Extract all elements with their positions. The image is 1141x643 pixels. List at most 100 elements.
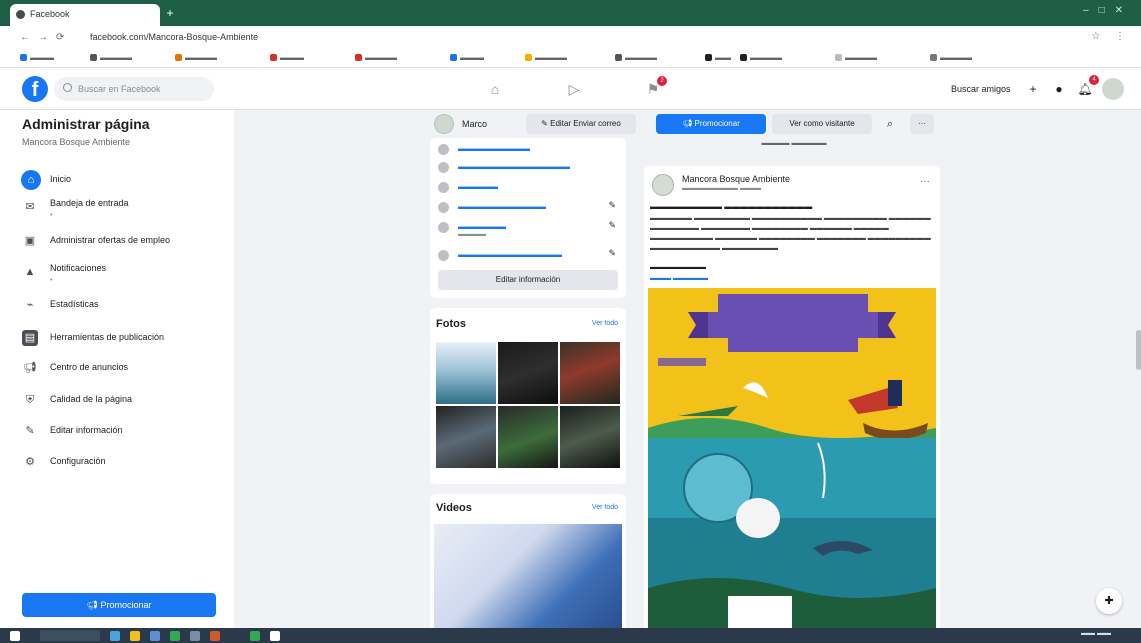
edit-pencil-icon[interactable]: ✎: [608, 200, 616, 211]
taskbar-search[interactable]: [40, 630, 100, 641]
sidebar-item-notifications[interactable]: ▲ Notificaciones •: [22, 259, 222, 285]
bookmark-item[interactable]: ▬▬▬: [450, 53, 484, 62]
bookmark-item[interactable]: ▬▬▬▬: [835, 53, 877, 62]
post-hashtag[interactable]: ▬▬▬▬▬▬▬▬: [650, 264, 706, 271]
account-avatar[interactable]: [1102, 78, 1124, 100]
photos-card: Fotos Ver todo: [430, 308, 626, 484]
video-thumbnail[interactable]: [434, 524, 622, 628]
create-icon[interactable]: +: [1022, 78, 1044, 100]
home-nav-icon[interactable]: ⌂: [486, 80, 504, 98]
sidebar-item-edit-info[interactable]: ✎ Editar información: [22, 418, 222, 444]
sidebar-page-name[interactable]: Mancora Bosque Ambiente: [22, 137, 130, 147]
bookmark-item[interactable]: ▬▬▬▬: [740, 53, 782, 62]
taskbar-app-icon[interactable]: [130, 631, 140, 641]
videos-see-all-link[interactable]: Ver todo: [592, 504, 618, 511]
watch-nav-icon[interactable]: ▷: [565, 80, 583, 98]
info-row[interactable]: ▬▬▬▬▬: [438, 178, 620, 196]
post-timestamp[interactable]: ▬▬▬▬▬▬▬▬ ▬▬▬: [682, 185, 761, 192]
sidebar-item-settings[interactable]: ⚙ Configuración: [22, 449, 222, 475]
photo-thumbnail[interactable]: [436, 342, 496, 404]
edit-pencil-icon[interactable]: ✎: [608, 248, 616, 259]
info-icon: [438, 202, 449, 213]
find-friends-link[interactable]: Buscar amigos: [945, 78, 1017, 100]
start-icon[interactable]: [10, 631, 20, 641]
groups-nav-icon[interactable]: ⚑ 2: [644, 76, 667, 98]
taskbar-app-icon[interactable]: [270, 631, 280, 641]
photo-thumbnail[interactable]: [560, 342, 620, 404]
notifications-icon[interactable]: 🔔︎ 4: [1074, 75, 1099, 100]
taskbar-app-icon[interactable]: [210, 631, 220, 641]
edit-send-email-button[interactable]: ✎ Editar Enviar correo: [526, 114, 636, 134]
toolbar-promote-button[interactable]: 📢︎ Promocionar: [656, 114, 766, 134]
sidebar-item-inicio[interactable]: ⌂ Inicio: [21, 167, 222, 193]
page-toolbar-name[interactable]: Marco: [462, 119, 487, 129]
sidebar-item-label: Bandeja de entrada: [50, 198, 129, 208]
info-row[interactable]: ▬▬▬▬▬▬▬▬▬: [438, 140, 620, 158]
sidebar-item-page-quality[interactable]: ⛨ Calidad de la página: [22, 387, 222, 413]
sidebar-item-label: Estadísticas: [50, 299, 99, 309]
sidebar-item-ad-center[interactable]: 📢︎ Centro de anuncios: [22, 355, 222, 381]
taskbar-app-icon[interactable]: [170, 631, 180, 641]
view-as-visitor-button[interactable]: Ver como visitante: [772, 114, 872, 134]
address-bar: ←→⟳ facebook.com/Mancora-Bosque-Ambiente…: [0, 26, 1141, 50]
sidebar-item-label: Administrar ofertas de empleo: [50, 235, 171, 245]
bookmark-item[interactable]: ▬▬▬▬: [525, 53, 567, 62]
megaphone-icon: 📢︎: [23, 362, 37, 374]
search-placeholder: Buscar en Facebook: [78, 84, 161, 94]
page-avatar[interactable]: [434, 114, 454, 134]
taskbar-app-icon[interactable]: [190, 631, 200, 641]
facebook-search-input[interactable]: Buscar en Facebook: [54, 77, 214, 101]
browser-nav-icons[interactable]: ←→⟳: [20, 32, 72, 43]
sidebar-item-insights[interactable]: ⌁ Estadísticas: [22, 292, 222, 318]
bookmark-item[interactable]: ▬▬▬▬: [355, 53, 397, 62]
sidebar-item-inbox[interactable]: ✉ Bandeja de entrada •: [22, 194, 222, 220]
more-options-button[interactable]: ···: [910, 114, 934, 134]
bookmark-item[interactable]: ▬▬▬▬: [90, 53, 132, 62]
info-row[interactable]: ▬▬▬▬▬▬▬▬▬▬▬ ✎: [438, 198, 620, 216]
messenger-icon[interactable]: ●: [1048, 78, 1070, 100]
info-row[interactable]: ▬▬▬▬▬▬▬▬▬▬▬▬▬ ✎: [438, 246, 620, 264]
edit-button-label: Editar Enviar correo: [550, 119, 621, 128]
info-row[interactable]: ▬▬▬▬▬▬ ▬▬▬▬ ✎: [438, 218, 620, 238]
bookmark-item[interactable]: ▬▬▬▬: [615, 53, 657, 62]
promote-button[interactable]: 📢︎ Promocionar: [22, 593, 216, 617]
post-link[interactable]: ▬▬▬ ▬▬▬▬▬: [650, 275, 708, 282]
photos-see-all-link[interactable]: Ver todo: [592, 320, 618, 327]
browser-tab[interactable]: Facebook: [10, 4, 160, 26]
search-icon[interactable]: ⌕: [878, 114, 902, 134]
os-taskbar: ▬▬ ▬▬: [0, 628, 1141, 643]
post-image-infographic[interactable]: [648, 288, 936, 628]
create-post-hint[interactable]: ▬▬▬▬ ▬▬▬▬▬: [654, 140, 934, 160]
promote-label: Promocionar: [100, 600, 152, 610]
window-controls[interactable]: –□✕: [1083, 5, 1133, 16]
feed-post: Mancora Bosque Ambiente ▬▬▬▬▬▬▬▬ ▬▬▬ ···…: [644, 166, 940, 628]
bookmark-item[interactable]: ▬▬▬: [270, 53, 304, 62]
taskbar-clock[interactable]: ▬▬ ▬▬: [1081, 630, 1111, 637]
facebook-logo[interactable]: f: [22, 76, 48, 102]
taskbar-app-icon[interactable]: [250, 631, 260, 641]
edit-information-button[interactable]: Editar información: [438, 270, 618, 290]
new-tab-icon[interactable]: +: [163, 6, 177, 20]
taskbar-app-icon[interactable]: [150, 631, 160, 641]
bookmark-item[interactable]: ▬▬▬▬: [175, 53, 217, 62]
info-row[interactable]: ▬▬▬▬▬▬▬▬▬▬▬▬▬▬: [438, 158, 620, 176]
bookmark-item[interactable]: ▬▬▬▬: [930, 53, 972, 62]
photo-thumbnail[interactable]: [498, 342, 558, 404]
sidebar-item-publishing-tools[interactable]: ▤ Herramientas de publicación: [22, 325, 222, 351]
photo-thumbnail[interactable]: [498, 406, 558, 468]
bookmark-item[interactable]: ▬▬: [705, 53, 731, 62]
post-author[interactable]: Mancora Bosque Ambiente: [682, 174, 790, 184]
new-message-icon[interactable]: ✚: [1096, 588, 1122, 614]
scrollbar-thumb[interactable]: [1136, 330, 1141, 370]
post-more-button[interactable]: ···: [920, 176, 930, 187]
sidebar-item-jobs[interactable]: ▣ Administrar ofertas de empleo: [22, 228, 222, 254]
edit-pencil-icon[interactable]: ✎: [608, 220, 616, 231]
photo-thumbnail[interactable]: [560, 406, 620, 468]
url-field[interactable]: facebook.com/Mancora-Bosque-Ambiente: [90, 32, 258, 42]
taskbar-app-icon[interactable]: [110, 631, 120, 641]
bookmark-item[interactable]: ▬▬▬: [20, 53, 54, 62]
photo-thumbnail[interactable]: [436, 406, 496, 468]
videos-header: Videos: [436, 502, 472, 514]
browser-menu-icon[interactable]: ☆ ⋮: [1091, 31, 1131, 42]
post-author-avatar[interactable]: [652, 174, 674, 196]
